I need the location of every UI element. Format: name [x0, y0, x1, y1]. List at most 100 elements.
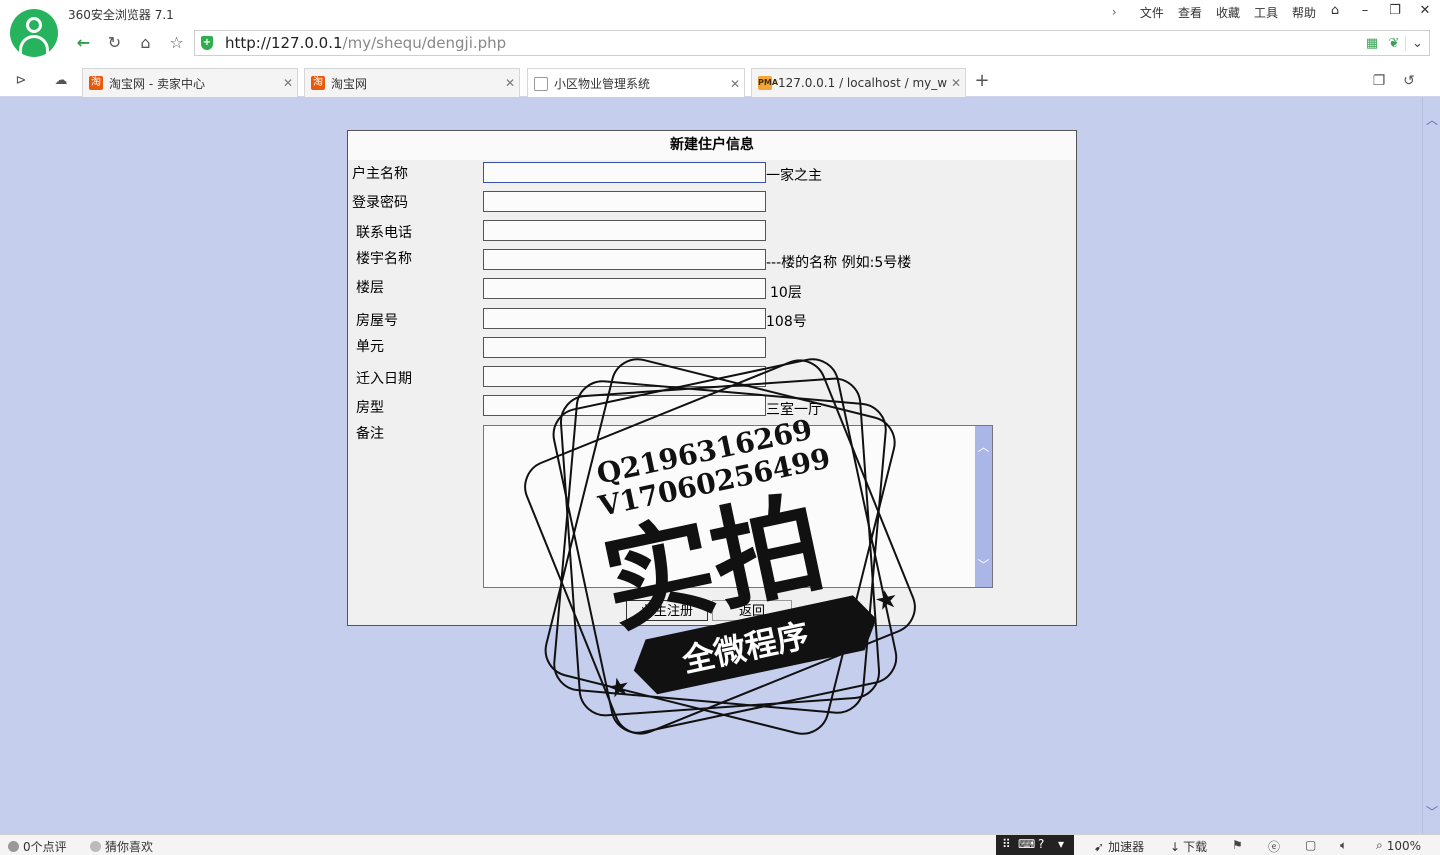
floor-input[interactable] — [483, 278, 766, 299]
tab-property-system[interactable]: 小区物业管理系统 ✕ — [527, 68, 745, 98]
menu-tools[interactable]: 工具 — [1254, 4, 1278, 21]
building-hint: ---楼的名称 例如:5号楼 — [766, 255, 912, 271]
home-icon[interactable]: ⌂ — [130, 30, 161, 56]
recommend-icon — [90, 841, 101, 852]
rocket-icon: ➹ — [1094, 839, 1105, 854]
status-bar: 0个点评 猜你喜欢 ⠿ ⌨ ? ▾ ➹ 加速器 ↓ 下载 ⚑ ⓔ ▢ 🔈︎ ⌕ … — [0, 834, 1440, 855]
register-form: 新建住户信息 户主名称 一家之主 登录密码 联系电话 楼宇名称 ---楼的名称 … — [347, 130, 1077, 626]
move-in-date-label: 迁入日期 — [356, 371, 412, 387]
taobao-icon: 淘 — [311, 76, 325, 90]
remark-scrollbar[interactable]: ︿ ﹀ — [975, 426, 992, 587]
star-icon[interactable]: ☆ — [161, 30, 192, 56]
tab-phpmyadmin[interactable]: PMA 127.0.0.1 / localhost / my_we ✕ — [751, 68, 966, 97]
menu-file[interactable]: 文件 — [1140, 4, 1164, 21]
house-type-input[interactable] — [483, 395, 766, 416]
tab-close-icon[interactable]: ✕ — [726, 77, 744, 91]
accelerator-button[interactable]: ➹ 加速器 — [1094, 838, 1144, 855]
back-button[interactable]: 返回 — [712, 600, 792, 621]
room-label: 房屋号 — [356, 313, 398, 329]
chevron-right-icon[interactable]: › — [1112, 5, 1126, 19]
qr-code-icon[interactable]: ▦ — [1361, 36, 1383, 51]
menu-favorites[interactable]: 收藏 — [1216, 4, 1240, 21]
floor-hint: 10层 — [770, 285, 802, 301]
house-type-label: 房型 — [356, 400, 384, 416]
download-button[interactable]: ↓ 下载 — [1170, 838, 1207, 855]
owner-name-label: 户主名称 — [352, 166, 408, 182]
keyboard-grid-icon[interactable]: ⠿ — [1002, 837, 1011, 851]
flag-icon[interactable]: ⚑ — [1232, 838, 1243, 852]
password-input[interactable] — [483, 191, 766, 212]
star-icon: ★ — [604, 671, 633, 705]
owner-name-hint: 一家之主 — [766, 168, 822, 184]
ie-icon[interactable]: ⓔ — [1268, 838, 1280, 855]
owner-name-input[interactable] — [483, 162, 766, 183]
remark-label: 备注 — [356, 426, 384, 442]
zoom-control[interactable]: ⌕ 100% — [1376, 838, 1421, 853]
room-input[interactable] — [483, 308, 766, 329]
tab-bar: ⊳ ☁ 淘 淘宝网 - 卖家中心 ✕ 淘 淘宝网 ✕ 小区物业管理系统 ✕ PM… — [0, 66, 1440, 98]
comment-icon — [8, 841, 19, 852]
register-button[interactable]: 业主注册 — [626, 600, 708, 621]
house-type-hint: 三室一厅 — [766, 402, 822, 418]
phone-input[interactable] — [483, 220, 766, 241]
download-icon: ↓ — [1170, 839, 1181, 854]
tab-close-icon[interactable]: ✕ — [947, 76, 965, 90]
room-hint: 108号 — [766, 314, 807, 330]
security-shield-icon: + — [201, 36, 213, 50]
keyboard-icon[interactable]: ⌨ — [1018, 837, 1035, 851]
menu-help[interactable]: 帮助 — [1292, 4, 1316, 21]
unit-input[interactable] — [483, 337, 766, 358]
tab-close-icon[interactable]: ✕ — [501, 76, 519, 90]
skin-icon[interactable]: ⌂ — [1320, 0, 1350, 22]
browser-chrome: 360安全浏览器 7.1 › 文件 查看 收藏 工具 帮助 ⌂ – ❐ ✕ ← … — [0, 0, 1440, 98]
page-scrollbar[interactable]: ︿ ﹀ — [1422, 97, 1440, 834]
minimize-icon[interactable]: – — [1350, 0, 1380, 22]
refresh-icon[interactable]: ↻ — [99, 30, 130, 56]
tab-list-icon[interactable]: ❐ — [1364, 70, 1394, 92]
scroll-down-icon[interactable]: ﹀ — [975, 556, 992, 573]
navigation-bar: ← ↻ ⌂ ☆ + http://127.0.0.1/my/shequ/deng… — [68, 30, 1430, 56]
menubar: › 文件 查看 收藏 工具 帮助 — [1112, 4, 1316, 20]
ime-toolbar[interactable]: ⠿ ⌨ ? ▾ — [996, 835, 1074, 855]
comments-status[interactable]: 0个点评 — [8, 838, 67, 855]
app-title: 360安全浏览器 7.1 — [68, 8, 174, 22]
tab-taobao[interactable]: 淘 淘宝网 ✕ — [304, 68, 520, 97]
restore-icon[interactable]: ❐ — [1380, 0, 1410, 22]
user-avatar-icon[interactable] — [10, 9, 58, 57]
scroll-up-icon[interactable]: ︿ — [1423, 111, 1440, 128]
window-controls: ⌂ – ❐ ✕ — [1320, 0, 1440, 22]
window-icon[interactable]: ▢ — [1305, 838, 1316, 852]
address-bar[interactable]: + http://127.0.0.1/my/shequ/dengji.php ▦… — [194, 30, 1430, 56]
help-icon[interactable]: ? — [1038, 837, 1044, 851]
tab-close-icon[interactable]: ✕ — [279, 76, 297, 90]
scroll-up-icon[interactable]: ︿ — [975, 438, 992, 455]
phpmyadmin-icon: PMA — [758, 76, 778, 90]
tab-taobao-seller[interactable]: 淘 淘宝网 - 卖家中心 ✕ — [82, 68, 298, 97]
magnifier-icon: ⌕ — [1376, 838, 1383, 852]
taobao-icon: 淘 — [89, 76, 103, 90]
remark-textarea[interactable] — [484, 426, 976, 587]
guess-you-like[interactable]: 猜你喜欢 — [90, 838, 153, 855]
phone-label: 联系电话 — [356, 225, 412, 241]
move-in-date-input[interactable] — [483, 366, 766, 387]
undo-close-icon[interactable]: ↺ — [1394, 70, 1424, 92]
new-tab-icon[interactable]: + — [970, 70, 994, 92]
sidebar-toggle-icon[interactable]: ⊳ — [8, 70, 34, 92]
floor-label: 楼层 — [356, 280, 384, 296]
building-label: 楼宇名称 — [356, 251, 412, 267]
close-window-icon[interactable]: ✕ — [1410, 0, 1440, 22]
url-text[interactable]: http://127.0.0.1/my/shequ/dengji.php — [225, 34, 506, 52]
cloud-icon[interactable]: ☁ — [48, 70, 74, 92]
password-label: 登录密码 — [352, 195, 408, 211]
form-title: 新建住户信息 — [348, 131, 1076, 160]
scroll-down-icon[interactable]: ﹀ — [1423, 803, 1440, 820]
document-icon — [534, 76, 548, 91]
menu-view[interactable]: 查看 — [1178, 4, 1202, 21]
building-input[interactable] — [483, 249, 766, 270]
back-arrow-icon[interactable]: ← — [68, 30, 99, 56]
chevron-down-icon[interactable]: ⌄ — [1405, 35, 1429, 51]
leaf-icon[interactable]: ❦ — [1383, 36, 1405, 51]
chevron-down-icon[interactable]: ▾ — [1058, 837, 1064, 851]
unit-label: 单元 — [356, 339, 384, 355]
speaker-icon[interactable]: 🔈︎ — [1340, 838, 1347, 853]
